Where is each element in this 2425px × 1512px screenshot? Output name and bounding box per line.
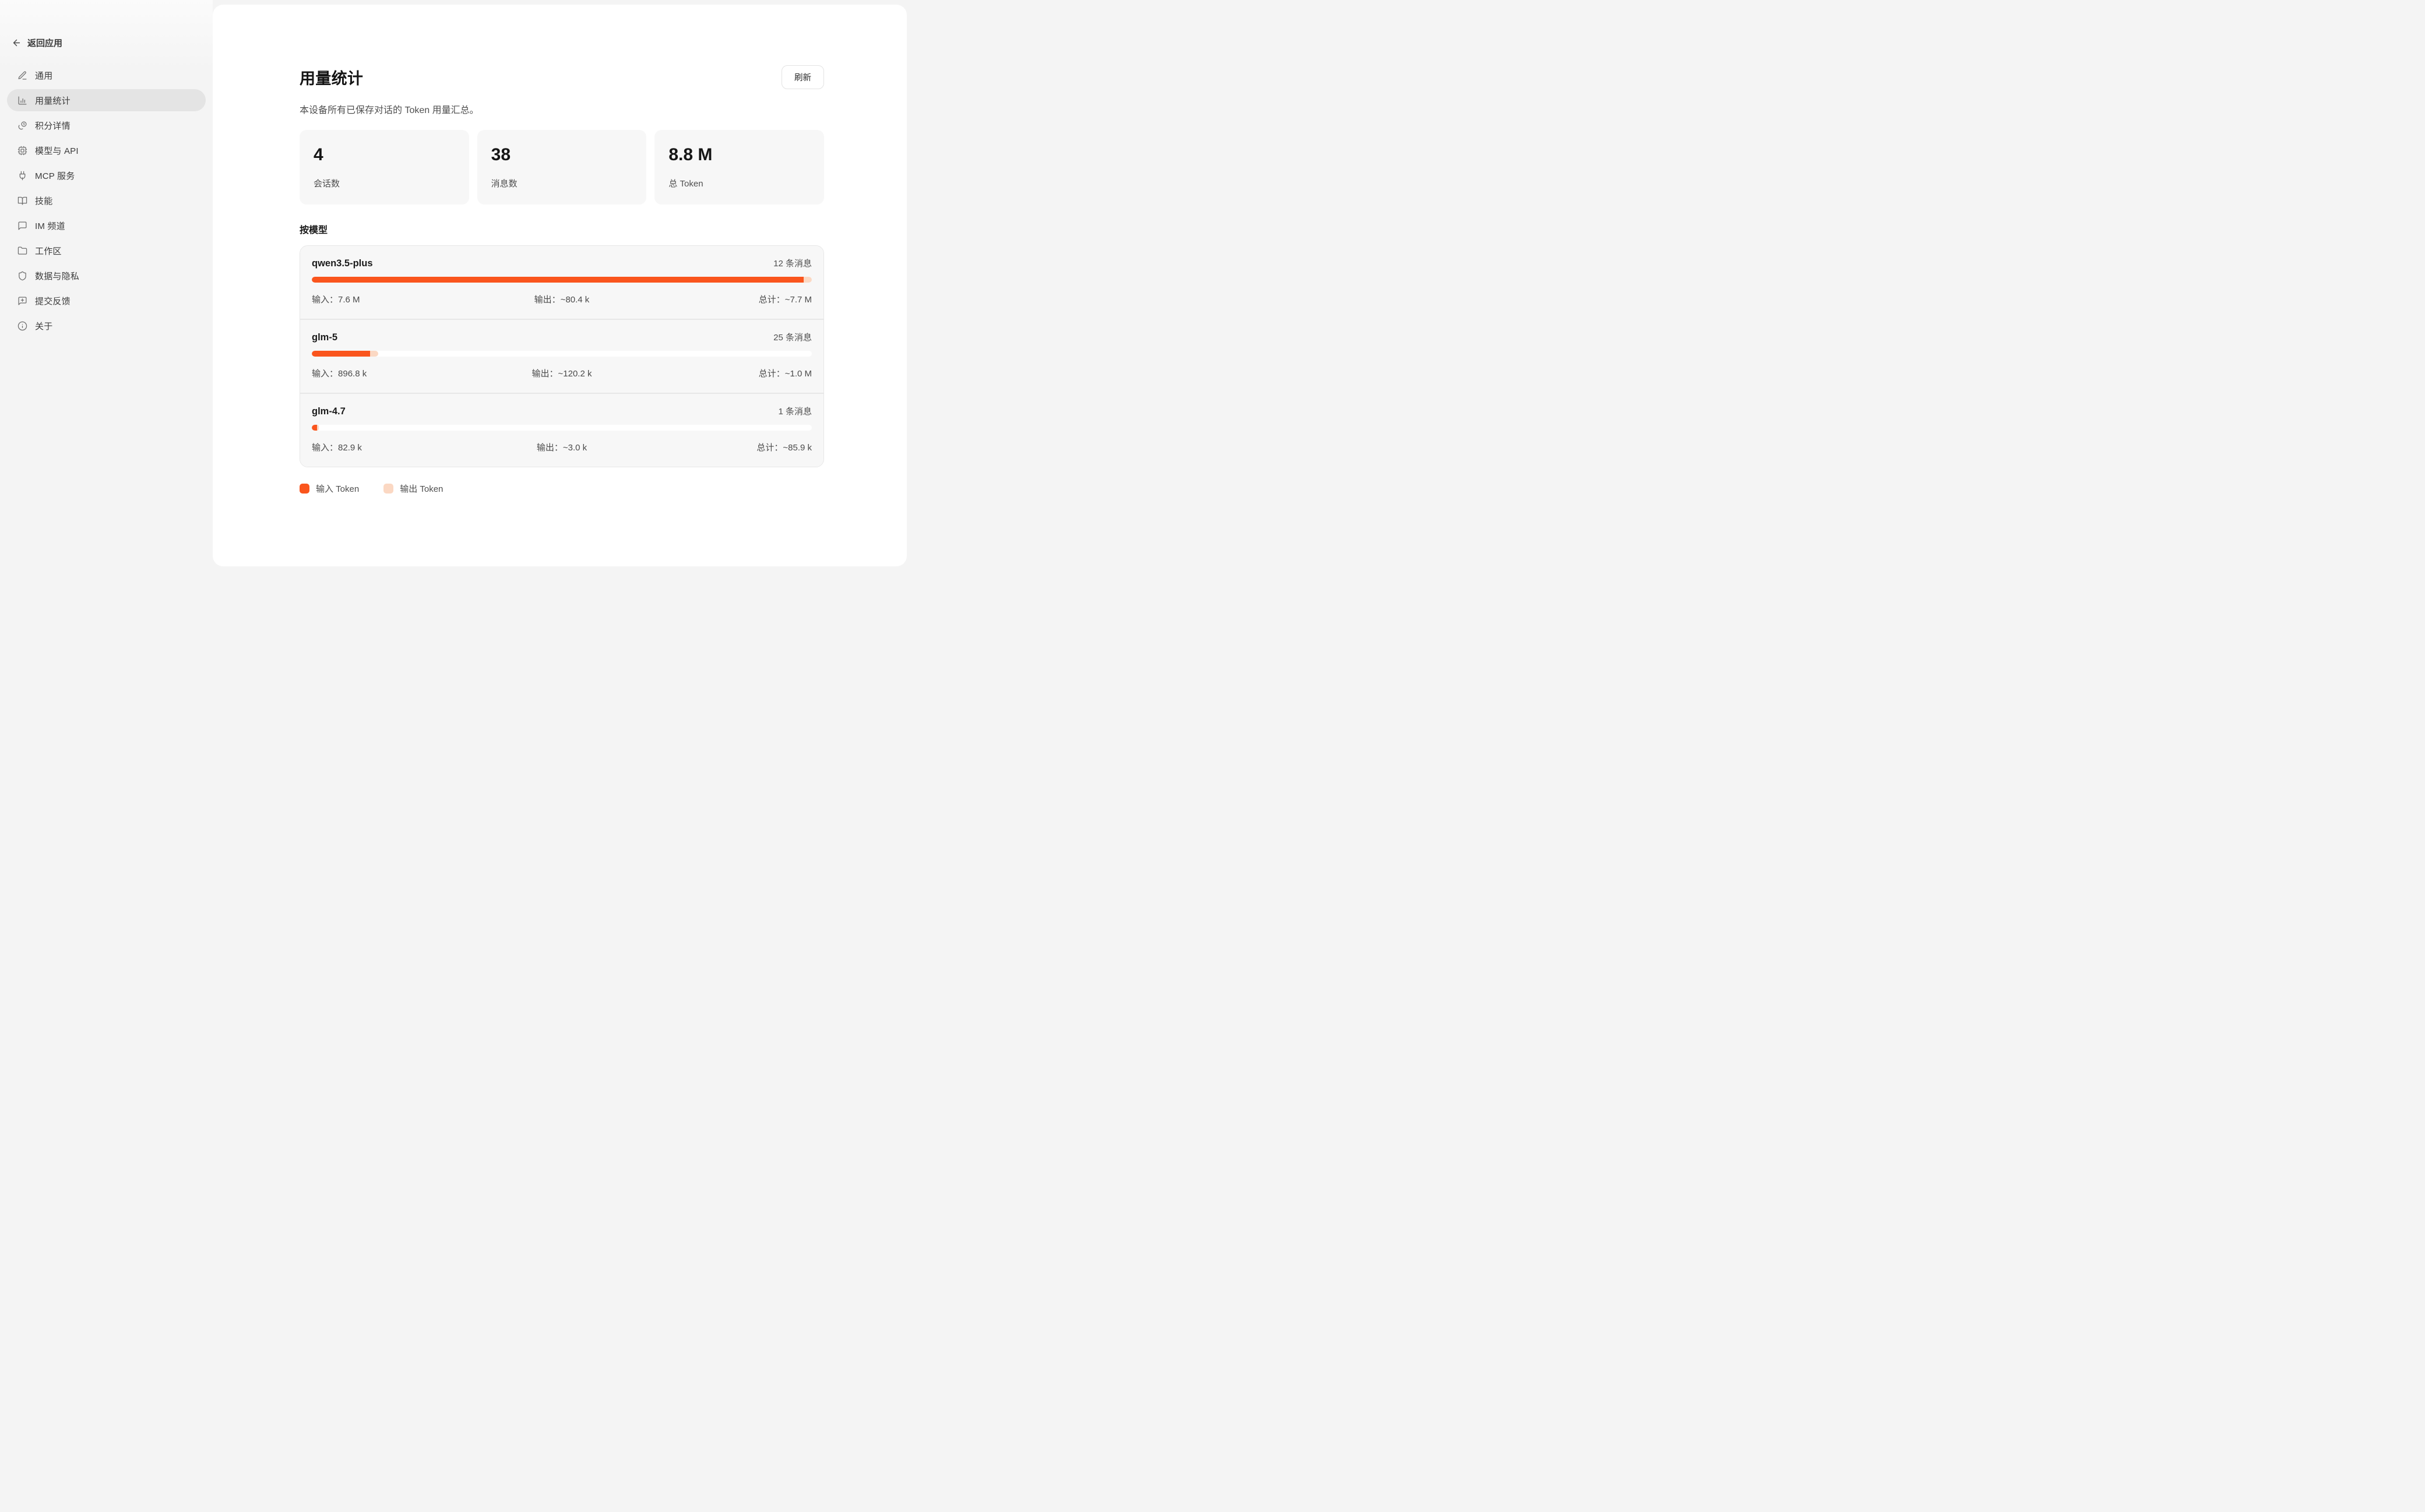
pencil-icon [17,71,27,80]
bar-output [804,277,812,283]
sidebar-item-usage-stats[interactable]: 用量统计 [7,89,206,111]
bar-output [370,351,379,357]
sidebar-item-data-privacy[interactable]: 数据与隐私 [7,265,206,287]
token-usage-bar [312,277,812,283]
stat-label: 会话数 [314,177,455,189]
info-icon [17,321,27,331]
arrow-left-icon [12,38,22,48]
back-label: 返回应用 [27,37,62,49]
model-row: glm-4.7 1 条消息 输入：82.9 k 输出：~3.0 k 总计：~85… [300,393,823,467]
token-usage-bar [312,425,812,431]
input-token-swatch [300,484,309,494]
sidebar-item-skills[interactable]: 技能 [7,189,206,212]
sidebar-item-im-channels[interactable]: IM 频道 [7,214,206,237]
stat-value: 8.8 M [668,144,810,165]
sidebar-item-models-api[interactable]: 模型与 API [7,139,206,161]
folder-icon [17,246,27,256]
model-message-count: 12 条消息 [773,257,812,269]
cpu-icon [17,146,27,156]
shield-icon [17,271,27,281]
legend: 输入 Token 输出 Token [300,482,824,495]
book-open-icon [17,196,27,206]
bar-chart-icon [17,96,27,105]
input-tokens: 输入：82.9 k [312,441,478,453]
sidebar-item-credits[interactable]: 积分详情 [7,114,206,136]
model-name: glm-5 [312,332,337,343]
by-model-heading: 按模型 [300,222,824,236]
legend-output: 输出 Token [383,482,443,495]
output-tokens: 输出：~3.0 k [478,441,645,453]
back-to-app-button[interactable]: 返回应用 [7,36,206,49]
model-row: qwen3.5-plus 12 条消息 输入：7.6 M 输出：~80.4 k … [300,246,823,319]
model-usage-list: qwen3.5-plus 12 条消息 输入：7.6 M 输出：~80.4 k … [300,245,824,467]
stat-label: 消息数 [491,177,633,189]
sidebar-item-workspace[interactable]: 工作区 [7,239,206,262]
bar-output [317,425,319,431]
token-usage-bar [312,351,812,357]
bar-input [312,425,317,431]
output-token-swatch [383,484,393,494]
total-tokens: 总计：~7.7 M [645,293,812,305]
sidebar-item-general[interactable]: 通用 [7,64,206,86]
model-message-count: 25 条消息 [773,331,812,343]
bar-input [312,277,804,283]
stat-cards: 4 会话数 38 消息数 8.8 M 总 Token [300,130,824,205]
stat-label: 总 Token [668,177,810,189]
stat-value: 4 [314,144,455,165]
model-message-count: 1 条消息 [778,405,812,417]
coins-icon [17,121,27,131]
stat-card-messages: 38 消息数 [477,130,647,205]
sidebar-item-mcp[interactable]: MCP 服务 [7,164,206,186]
input-tokens: 输入：896.8 k [312,367,478,379]
page-title: 用量统计 [300,66,363,89]
output-tokens: 输出：~80.4 k [478,293,645,305]
input-tokens: 输入：7.6 M [312,293,478,305]
main-panel: 用量统计 刷新 本设备所有已保存对话的 Token 用量汇总。 4 会话数 38… [213,5,907,566]
plug-icon [17,171,27,181]
stat-value: 38 [491,144,633,165]
sidebar-item-feedback[interactable]: 提交反馈 [7,290,206,312]
message-square-plus-icon [17,296,27,306]
total-tokens: 总计：~1.0 M [645,367,812,379]
page-subtitle: 本设备所有已保存对话的 Token 用量汇总。 [300,102,824,116]
sidebar-nav: 通用 用量统计 积分详情 模型与 API MCP 服务 [7,64,206,340]
model-row: glm-5 25 条消息 输入：896.8 k 输出：~120.2 k 总计：~… [300,319,823,393]
model-name: glm-4.7 [312,406,346,417]
bar-input [312,351,370,357]
settings-sidebar: 返回应用 通用 用量统计 积分详情 模型与 API [0,0,213,570]
stat-card-total-tokens: 8.8 M 总 Token [654,130,824,205]
total-tokens: 总计：~85.9 k [645,441,812,453]
sidebar-item-about[interactable]: 关于 [7,315,206,337]
refresh-button[interactable]: 刷新 [782,65,824,89]
message-square-icon [17,221,27,231]
legend-input: 输入 Token [300,482,359,495]
model-name: qwen3.5-plus [312,258,373,269]
output-tokens: 输出：~120.2 k [478,367,645,379]
stat-card-sessions: 4 会话数 [300,130,469,205]
